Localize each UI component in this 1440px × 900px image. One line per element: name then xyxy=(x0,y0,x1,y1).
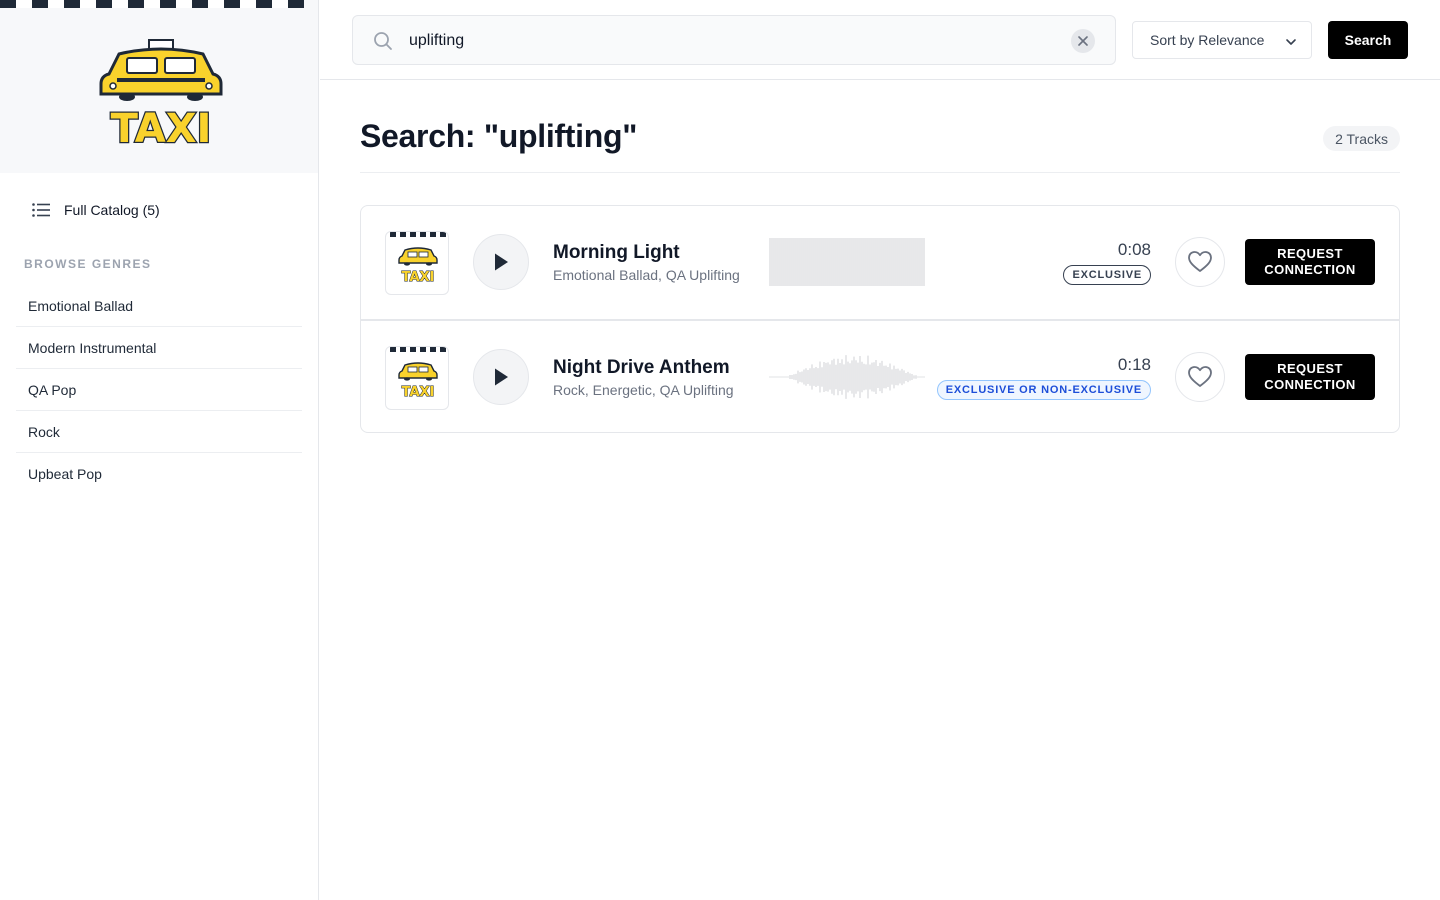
track-list: TAXI Morning Light Emotional Ballad, QA … xyxy=(360,205,1400,433)
request-connection-button[interactable]: REQUEST CONNECTION xyxy=(1245,239,1375,285)
logo-area: TAXI xyxy=(0,0,318,173)
chevron-down-icon xyxy=(1285,35,1297,51)
main-content: Search: "uplifting" 2 Tracks TAXI Mornin… xyxy=(360,80,1400,433)
search-input[interactable] xyxy=(409,28,1049,54)
track-duration: 0:18 xyxy=(1117,355,1151,374)
taxi-thumb-icon: TAXI xyxy=(398,247,438,284)
full-catalog-link[interactable]: Full Catalog (5) xyxy=(16,197,302,223)
taxi-logo[interactable]: TAXI xyxy=(97,36,225,148)
svg-text:TAXI: TAXI xyxy=(402,385,435,399)
sidebar-nav: Full Catalog (5) BROWSE GENRES Emotional… xyxy=(0,173,318,495)
search-box xyxy=(352,15,1116,65)
genre-item-modern-instrumental[interactable]: Modern Instrumental xyxy=(16,327,302,369)
taxi-wordmark: TAXI xyxy=(111,106,212,148)
genre-list: Emotional Ballad Modern Instrumental QA … xyxy=(16,285,302,495)
play-icon xyxy=(495,253,508,271)
genre-item-rock[interactable]: Rock xyxy=(16,411,302,453)
play-button[interactable] xyxy=(473,349,529,405)
track-count-badge: 2 Tracks xyxy=(1323,126,1400,151)
license-badge: EXCLUSIVE xyxy=(1063,265,1151,285)
track-duration: 0:08 xyxy=(1117,240,1151,259)
sort-label: Sort by Relevance xyxy=(1150,32,1265,48)
top-bar: Sort by Relevance Search xyxy=(320,0,1440,80)
track-thumbnail: TAXI xyxy=(385,231,449,295)
request-connection-button[interactable]: REQUEST CONNECTION xyxy=(1245,354,1375,400)
clear-search-button[interactable] xyxy=(1071,29,1095,53)
sidebar: TAXI Full Catalog (5) BROWSE GENRES Emot… xyxy=(0,0,319,900)
list-icon xyxy=(32,200,52,220)
play-icon xyxy=(495,368,508,386)
track-title[interactable]: Morning Light xyxy=(553,242,680,264)
track-row: TAXI Morning Light Emotional Ballad, QA … xyxy=(361,206,1399,319)
waveform[interactable] xyxy=(769,236,925,288)
track-genres: Rock, Energetic, QA Uplifting xyxy=(553,382,734,398)
sort-select[interactable]: Sort by Relevance xyxy=(1132,21,1312,59)
results-header: Search: "uplifting" 2 Tracks xyxy=(360,80,1400,173)
favorite-button[interactable] xyxy=(1175,237,1225,287)
genre-item-emotional-ballad[interactable]: Emotional Ballad xyxy=(16,285,302,327)
taxi-thumb-icon: TAXI xyxy=(398,362,438,399)
heart-icon xyxy=(1188,251,1212,272)
close-icon xyxy=(1078,36,1088,46)
track-thumbnail: TAXI xyxy=(385,346,449,410)
heart-icon xyxy=(1188,366,1212,387)
search-icon xyxy=(373,31,393,56)
play-button[interactable] xyxy=(473,234,529,290)
license-badge: EXCLUSIVE OR NON-EXCLUSIVE xyxy=(936,380,1151,400)
track-genres: Emotional Ballad, QA Uplifting xyxy=(553,267,740,283)
track-row: TAXI Night Drive Anthem Rock, Energetic,… xyxy=(361,319,1399,432)
genre-item-qa-pop[interactable]: QA Pop xyxy=(16,369,302,411)
search-button[interactable]: Search xyxy=(1328,21,1408,59)
browse-genres-heading: BROWSE GENRES xyxy=(24,257,152,271)
track-title[interactable]: Night Drive Anthem xyxy=(553,357,730,379)
checker-stripe xyxy=(0,0,304,8)
waveform[interactable] xyxy=(769,351,925,403)
svg-text:TAXI: TAXI xyxy=(402,270,435,284)
genre-item-upbeat-pop[interactable]: Upbeat Pop xyxy=(16,453,302,495)
full-catalog-label: Full Catalog (5) xyxy=(64,202,160,218)
favorite-button[interactable] xyxy=(1175,352,1225,402)
page-title: Search: "uplifting" xyxy=(360,118,638,154)
